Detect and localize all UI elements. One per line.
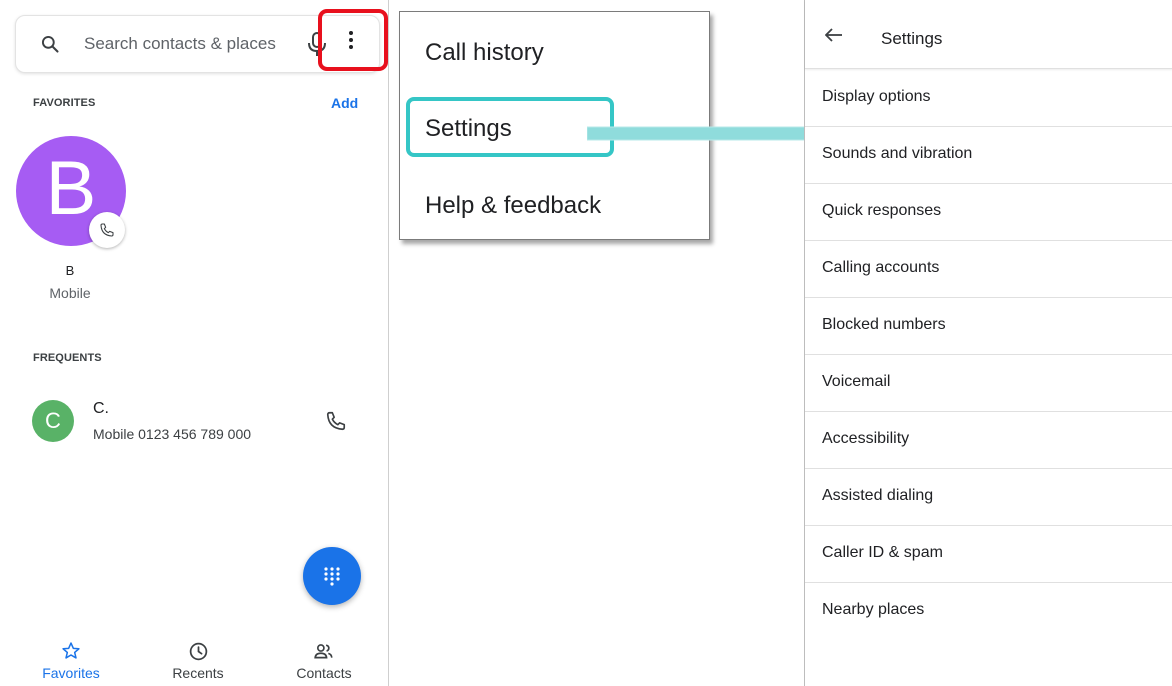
call-badge-button[interactable] [89, 212, 125, 248]
settings-item-caller-id-spam[interactable]: Caller ID & spam [805, 525, 1172, 583]
search-icon [41, 35, 59, 53]
page-title: Settings [881, 29, 943, 48]
settings-item-label: Voicemail [822, 373, 891, 390]
dialpad-icon [324, 567, 340, 586]
more-options-highlight [318, 9, 388, 71]
settings-item-label: Display options [822, 88, 931, 105]
nav-favorites-label: Favorites [42, 665, 100, 681]
search-placeholder[interactable]: Search contacts & places [84, 34, 276, 54]
settings-item-sounds-vibration[interactable]: Sounds and vibration [805, 126, 1172, 184]
settings-item-label: Calling accounts [822, 259, 940, 276]
clock-icon [189, 642, 208, 661]
dialer-screen: Search contacts & places FAVORITES Add B… [0, 0, 389, 686]
nav-contacts-label: Contacts [296, 665, 352, 681]
settings-item-display-options[interactable]: Display options [805, 69, 1172, 127]
avatar[interactable]: C [32, 400, 74, 442]
settings-header: Settings [805, 0, 1172, 69]
add-favorite-button[interactable]: Add [331, 95, 358, 111]
phone-icon [100, 223, 114, 237]
dialpad-button[interactable] [303, 547, 361, 605]
settings-item-label: Blocked numbers [822, 316, 946, 333]
settings-item-label: Quick responses [822, 202, 942, 219]
settings-item-label: Caller ID & spam [822, 544, 943, 561]
settings-screen: Settings Display options Sounds and vibr… [804, 0, 1172, 686]
frequents-header: FREQUENTS [33, 352, 102, 364]
star-icon [62, 642, 80, 659]
settings-item-blocked-numbers[interactable]: Blocked numbers [805, 297, 1172, 355]
menu-item-call-history[interactable]: Call history [425, 39, 544, 67]
settings-item-assisted-dialing[interactable]: Assisted dialing [805, 468, 1172, 526]
frequent-name[interactable]: C. [93, 400, 109, 418]
nav-recents-label: Recents [172, 665, 224, 681]
settings-item-label: Sounds and vibration [822, 145, 973, 162]
settings-item-label: Assisted dialing [822, 487, 934, 504]
back-arrow-icon[interactable] [825, 28, 843, 42]
settings-item-calling-accounts[interactable]: Calling accounts [805, 240, 1172, 298]
avatar-initial: C [45, 408, 61, 433]
menu-item-help-feedback[interactable]: Help & feedback [425, 192, 601, 220]
settings-item-voicemail[interactable]: Voicemail [805, 354, 1172, 412]
phone-icon[interactable] [325, 410, 347, 432]
settings-highlight [406, 97, 614, 157]
frequent-number: Mobile 0123 456 789 000 [93, 426, 252, 442]
settings-item-nearby-places[interactable]: Nearby places [805, 582, 1172, 639]
arrow-right-icon [587, 119, 831, 148]
favorite-type: Mobile [49, 285, 91, 301]
settings-item-accessibility[interactable]: Accessibility [805, 411, 1172, 469]
favorite-name: B [65, 263, 75, 278]
settings-item-label: Nearby places [822, 601, 925, 618]
settings-item-quick-responses[interactable]: Quick responses [805, 183, 1172, 241]
favorites-header: FAVORITES [33, 97, 96, 109]
settings-item-label: Accessibility [822, 430, 910, 447]
people-icon [314, 644, 333, 659]
